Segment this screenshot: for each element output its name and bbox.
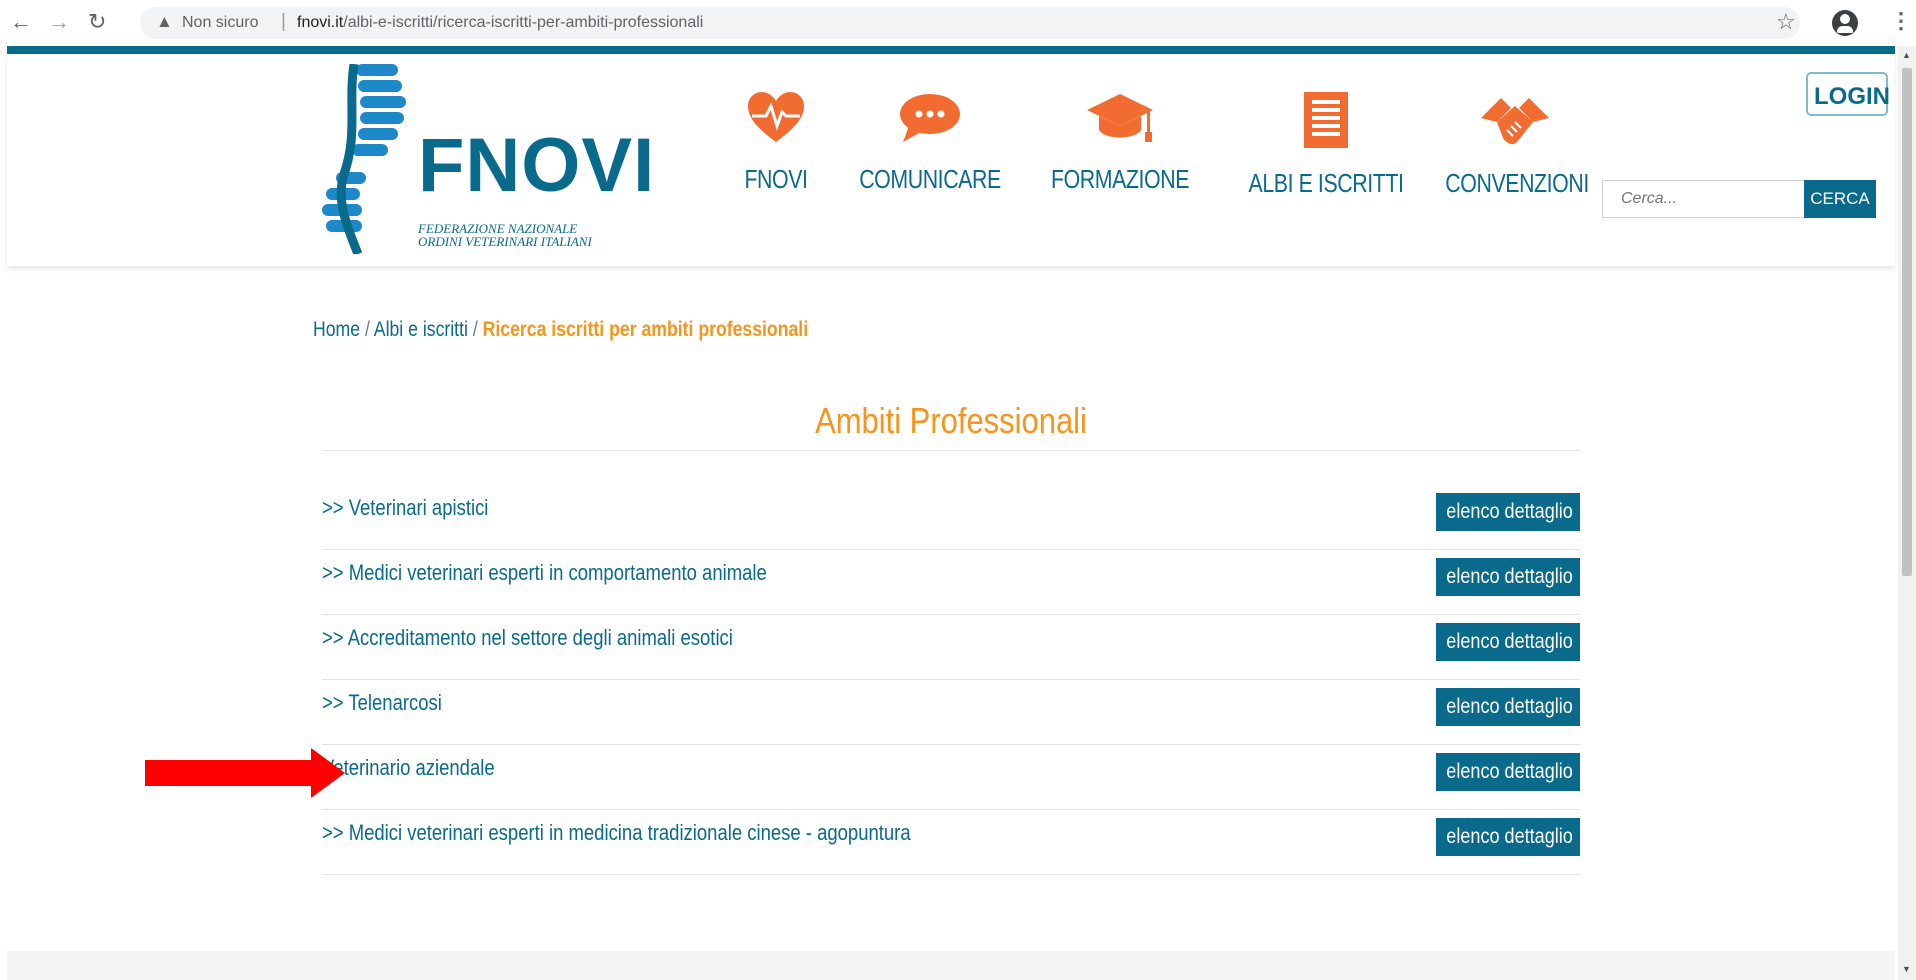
list-item-link[interactable]: >> Accreditamento nel settore degli anim…: [322, 625, 733, 651]
elenco-dettaglio-button[interactable]: elenco dettaglio: [1436, 558, 1580, 596]
list-item: >> Veterinari apistici elenco dettaglio: [322, 485, 1580, 550]
address-url[interactable]: fnovi.it/albi-e-iscritti/ricerca-iscritt…: [297, 14, 703, 32]
breadcrumb-home[interactable]: Home: [313, 318, 360, 341]
elenco-dettaglio-button[interactable]: elenco dettaglio: [1436, 688, 1580, 726]
scroll-up-icon[interactable]: ▲: [1902, 50, 1911, 60]
address-bar[interactable]: ▲ Non sicuro | fnovi.it/albi-e-iscritti/…: [140, 7, 1800, 39]
browser-menu-icon[interactable]: ⋮: [1890, 8, 1912, 34]
page-title: Ambiti Professionali: [815, 400, 1087, 441]
list-item-link[interactable]: Veterinario aziendale: [322, 755, 495, 781]
browser-toolbar: ← → ↻ ▲ Non sicuro | fnovi.it/albi-e-isc…: [0, 0, 1916, 46]
list-item: >> Telenarcosi elenco dettaglio: [322, 680, 1580, 745]
scroll-down-icon[interactable]: ▼: [1902, 964, 1911, 974]
ambiti-list: >> Veterinari apistici elenco dettaglio …: [322, 485, 1580, 875]
site-footer: [7, 951, 1895, 980]
logo-text: FNOVI: [418, 123, 656, 208]
nav-fnovi[interactable]: FNOVI: [716, 92, 836, 195]
breadcrumb-parent[interactable]: Albi e iscritti: [374, 318, 468, 341]
breadcrumb: Home / Albi e iscritti / Ricerca iscritt…: [313, 318, 808, 342]
insecure-label: Non sicuro: [182, 14, 259, 31]
profile-avatar-icon[interactable]: [1832, 10, 1858, 36]
title-divider: [322, 450, 1580, 451]
speech-bubble-icon: [900, 94, 960, 142]
list-item-link[interactable]: >> Medici veterinari esperti in medicina…: [322, 820, 911, 846]
nav-formazione[interactable]: FORMAZIONE: [1030, 92, 1210, 195]
list-item-link[interactable]: >> Medici veterinari esperti in comporta…: [322, 560, 767, 586]
list-item: >> Accreditamento nel settore degli anim…: [322, 615, 1580, 680]
page-scrollbar[interactable]: ▲ ▼: [1898, 46, 1916, 980]
breadcrumb-current: Ricerca iscritti per ambiti professional…: [482, 318, 809, 341]
red-arrow-icon: [145, 748, 345, 798]
list-item-link[interactable]: >> Telenarcosi: [322, 690, 442, 716]
list-item: >> Medici veterinari esperti in comporta…: [322, 550, 1580, 615]
login-button[interactable]: LOGIN: [1806, 72, 1890, 116]
heart-pulse-icon: [748, 92, 804, 142]
logo-subtitle: FEDERAZIONE NAZIONALE ORDINI VETERINARI I…: [418, 221, 592, 249]
document-list-icon: [1304, 92, 1348, 148]
breadcrumb-separator: /: [360, 318, 374, 341]
elenco-dettaglio-button[interactable]: elenco dettaglio: [1436, 623, 1580, 661]
nav-convenzioni[interactable]: CONVENZIONI: [1430, 92, 1600, 199]
reload-icon[interactable]: ↻: [88, 9, 106, 35]
bookmark-star-icon[interactable]: ☆: [1776, 9, 1796, 35]
url-path: /albi-e-iscritti/ricerca-iscritti-per-am…: [343, 14, 704, 31]
elenco-dettaglio-button[interactable]: elenco dettaglio: [1436, 493, 1580, 531]
scrollbar-thumb[interactable]: [1902, 68, 1912, 576]
search-button[interactable]: CERCA: [1804, 180, 1876, 218]
list-item-link[interactable]: >> Veterinari apistici: [322, 495, 488, 521]
elenco-dettaglio-button[interactable]: elenco dettaglio: [1436, 818, 1580, 856]
handshake-icon: [1481, 98, 1549, 145]
search-input[interactable]: [1602, 180, 1806, 218]
forward-arrow-icon[interactable]: →: [48, 9, 70, 35]
address-separator: |: [281, 11, 286, 32]
nav-albi-e-iscritti[interactable]: ALBI E ISCRITTI: [1226, 92, 1426, 199]
site-top-bar: [7, 46, 1895, 54]
warning-icon: ▲: [156, 12, 173, 31]
url-host: fnovi.it: [297, 14, 344, 31]
breadcrumb-separator: /: [467, 318, 483, 341]
list-item: Veterinario aziendale elenco dettaglio: [322, 745, 1580, 810]
back-arrow-icon[interactable]: ←: [10, 9, 32, 35]
nav-comunicare[interactable]: COMUNICARE: [840, 92, 1020, 195]
elenco-dettaglio-button[interactable]: elenco dettaglio: [1436, 753, 1580, 791]
list-item: >> Medici veterinari esperti in medicina…: [322, 810, 1580, 875]
graduation-cap-icon: [1087, 94, 1153, 142]
